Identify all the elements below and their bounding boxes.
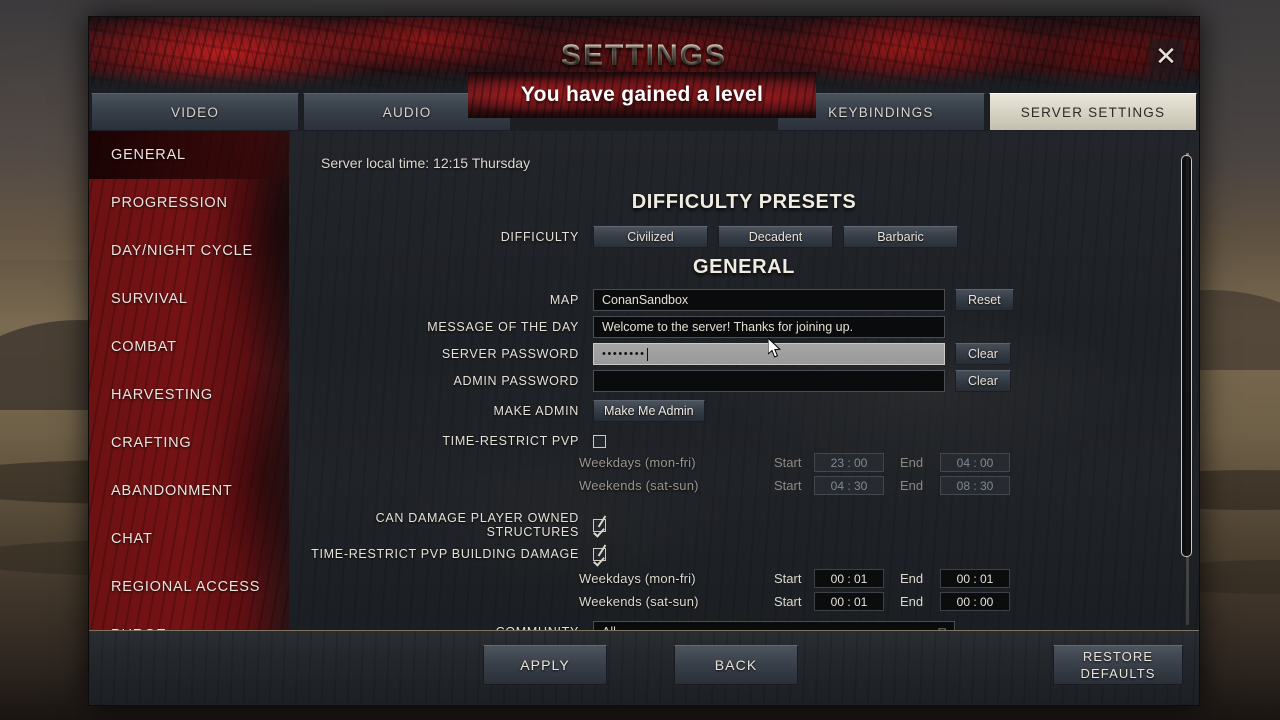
building-weekdays-row: Weekdays (mon-fri) Start 00 : 01 End 00 … xyxy=(289,569,1199,588)
pvp-weekdays-row: Weekdays (mon-fri) Start 23 : 00 End 04 … xyxy=(289,453,1199,472)
scrollbar-thumb[interactable] xyxy=(1181,155,1192,557)
server-password-label: SERVER PASSWORD xyxy=(441,347,579,361)
time-restrict-pvp-checkbox[interactable] xyxy=(593,434,606,448)
server-local-time: Server local time: 12:15 Thursday xyxy=(321,155,531,171)
difficulty-row: DIFFICULTY Civilized Decadent Barbaric xyxy=(289,226,1199,248)
difficulty-label: DIFFICULTY xyxy=(500,230,579,244)
building-weekdays-label: Weekdays (mon-fri) xyxy=(579,571,696,586)
sidebar-item-harvesting[interactable]: HARVESTING xyxy=(89,371,289,419)
general-heading: GENERAL xyxy=(693,256,795,278)
admin-password-label: ADMIN PASSWORD xyxy=(453,374,579,388)
building-weekends-end-input[interactable]: 00 : 00 xyxy=(940,592,1010,611)
settings-sidebar: GENERAL PROGRESSION DAY/NIGHT CYCLE SURV… xyxy=(89,131,289,631)
difficulty-preset-civilized[interactable]: Civilized xyxy=(593,226,708,248)
map-reset-button[interactable]: Reset xyxy=(955,289,1014,311)
restore-defaults-line1: RESTORE xyxy=(1082,649,1154,664)
make-me-admin-button[interactable]: Make Me Admin xyxy=(593,400,705,422)
server-password-value: •••••••• xyxy=(602,348,646,360)
map-input[interactable]: ConanSandbox xyxy=(593,289,945,311)
admin-password-row: ADMIN PASSWORD Clear xyxy=(289,370,1199,392)
map-row: MAP ConanSandbox Reset xyxy=(289,289,1199,311)
building-weekends-start-label: Start xyxy=(774,594,802,609)
page-title: SETTINGS xyxy=(89,39,1199,73)
pvp-weekdays-label: Weekdays (mon-fri) xyxy=(579,455,696,470)
apply-button[interactable]: APPLY xyxy=(483,645,607,685)
settings-content: Server local time: 12:15 Thursday DIFFIC… xyxy=(289,131,1199,631)
can-damage-structures-label: CAN DAMAGE PLAYER OWNED STRUCTURES xyxy=(375,511,579,539)
time-restrict-pvp-row: TIME-RESTRICT PVP xyxy=(289,434,1199,448)
motd-input[interactable]: Welcome to the server! Thanks for joinin… xyxy=(593,316,945,338)
sidebar-item-abandonment[interactable]: ABANDONMENT xyxy=(89,467,289,515)
settings-form: Server local time: 12:15 Thursday DIFFIC… xyxy=(289,131,1199,631)
pvp-weekdays-start-label: Start xyxy=(774,455,802,470)
pvp-weekends-end-label: End xyxy=(900,478,924,493)
building-weekends-row: Weekends (sat-sun) Start 00 : 01 End 00 … xyxy=(289,592,1199,611)
level-up-text: You have gained a level xyxy=(520,83,764,106)
pvp-weekends-end-input[interactable]: 08 : 30 xyxy=(940,476,1010,495)
close-icon[interactable]: ✕ xyxy=(1149,39,1183,73)
pvp-weekdays-end-label: End xyxy=(900,455,924,470)
building-weekdays-start-input[interactable]: 00 : 01 xyxy=(814,569,884,588)
building-weekdays-start-label: Start xyxy=(774,571,802,586)
tab-video[interactable]: VIDEO xyxy=(91,93,300,131)
sidebar-item-day-night-cycle[interactable]: DAY/NIGHT CYCLE xyxy=(89,227,289,275)
time-restrict-pvp-label: TIME-RESTRICT PVP xyxy=(442,434,579,448)
sidebar-item-regional-access[interactable]: REGIONAL ACCESS xyxy=(89,563,289,611)
time-restrict-building-label: TIME-RESTRICT PVP BUILDING DAMAGE xyxy=(311,547,579,561)
sidebar-item-general[interactable]: GENERAL xyxy=(89,131,289,179)
time-restrict-building-row: TIME-RESTRICT PVP BUILDING DAMAGE xyxy=(289,547,1199,561)
building-weekdays-end-input[interactable]: 00 : 01 xyxy=(940,569,1010,588)
difficulty-preset-barbaric[interactable]: Barbaric xyxy=(843,226,958,248)
sidebar-item-crafting[interactable]: CRAFTING xyxy=(89,419,289,467)
admin-password-clear-button[interactable]: Clear xyxy=(955,370,1011,392)
building-weekends-end-label: End xyxy=(900,594,924,609)
motd-label: MESSAGE OF THE DAY xyxy=(427,320,579,334)
game-screen: SETTINGS ✕ VIDEO AUDIO KEYBINDINGS SERVE… xyxy=(0,0,1280,720)
pvp-weekdays-end-input[interactable]: 04 : 00 xyxy=(940,453,1010,472)
dialog-footer: APPLY BACK RESTORE DEFAULTS xyxy=(89,630,1199,705)
can-damage-structures-checkbox[interactable] xyxy=(593,518,606,532)
pvp-weekdays-start-input[interactable]: 23 : 00 xyxy=(814,453,884,472)
level-up-notification: You have gained a level xyxy=(468,72,816,118)
text-caret xyxy=(646,347,648,361)
pvp-weekends-start-label: Start xyxy=(774,478,802,493)
pvp-weekends-label: Weekends (sat-sun) xyxy=(579,478,699,493)
pvp-weekends-row: Weekends (sat-sun) Start 04 : 30 End 08 … xyxy=(289,476,1199,495)
pvp-weekends-start-input[interactable]: 04 : 30 xyxy=(814,476,884,495)
sidebar-item-survival[interactable]: SURVIVAL xyxy=(89,275,289,323)
dialog-body: GENERAL PROGRESSION DAY/NIGHT CYCLE SURV… xyxy=(89,131,1199,631)
restore-defaults-line2: DEFAULTS xyxy=(1080,666,1156,681)
make-admin-label: MAKE ADMIN xyxy=(493,404,579,418)
sidebar-item-combat[interactable]: COMBAT xyxy=(89,323,289,371)
server-password-clear-button[interactable]: Clear xyxy=(955,343,1011,365)
time-restrict-building-checkbox[interactable] xyxy=(593,547,606,561)
admin-password-input[interactable] xyxy=(593,370,945,392)
building-weekends-label: Weekends (sat-sun) xyxy=(579,594,699,609)
server-password-row: SERVER PASSWORD •••••••• Clear xyxy=(289,343,1199,365)
server-password-input[interactable]: •••••••• xyxy=(593,343,945,365)
restore-defaults-button[interactable]: RESTORE DEFAULTS xyxy=(1053,645,1183,685)
building-weekdays-end-label: End xyxy=(900,571,924,586)
settings-dialog: SETTINGS ✕ VIDEO AUDIO KEYBINDINGS SERVE… xyxy=(88,16,1200,706)
make-admin-row: MAKE ADMIN Make Me Admin xyxy=(289,400,1199,422)
motd-row: MESSAGE OF THE DAY Welcome to the server… xyxy=(289,316,1199,338)
can-damage-structures-row: CAN DAMAGE PLAYER OWNED STRUCTURES xyxy=(289,511,1199,539)
difficulty-preset-decadent[interactable]: Decadent xyxy=(718,226,833,248)
building-weekends-start-input[interactable]: 00 : 01 xyxy=(814,592,884,611)
difficulty-presets-heading: DIFFICULTY PRESETS xyxy=(631,191,857,213)
back-button[interactable]: BACK xyxy=(674,645,798,685)
tab-server-settings[interactable]: SERVER SETTINGS xyxy=(988,93,1197,131)
map-label: MAP xyxy=(549,293,579,307)
sidebar-item-purge[interactable]: PURGE xyxy=(89,611,289,631)
sidebar-item-chat[interactable]: CHAT xyxy=(89,515,289,563)
sidebar-item-progression[interactable]: PROGRESSION xyxy=(89,179,289,227)
